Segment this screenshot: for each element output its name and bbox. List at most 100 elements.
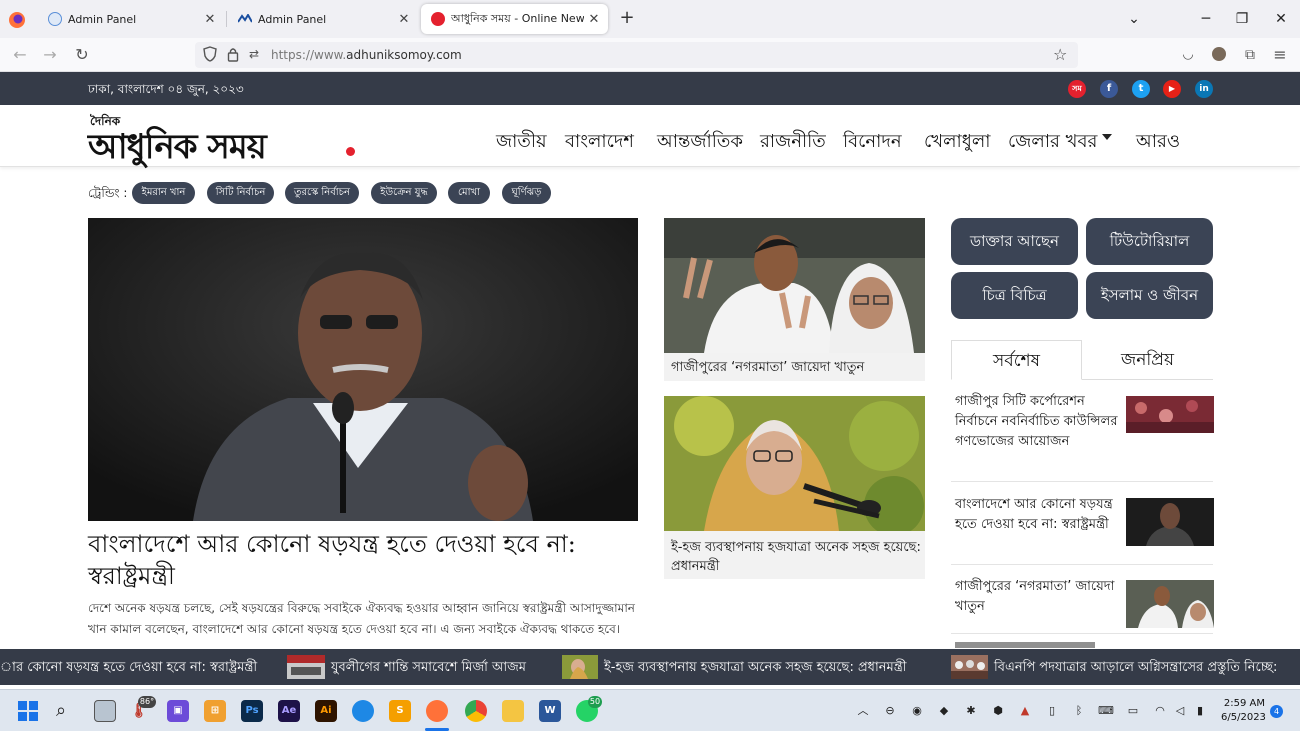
list-item[interactable]: গাজীপুর সিটি কর্পোরেশন নির্বাচনে নবনির্ব… — [951, 392, 1214, 482]
close-tab-icon[interactable]: ✕ — [394, 12, 414, 27]
trending-tag[interactable]: তুরস্কে নির্বাচন — [285, 182, 359, 204]
ticker-item[interactable]: যুবলীগের শান্তি সমাবেশে মির্জা আজম — [331, 658, 526, 679]
story-card[interactable]: গাজীপুরের ‘নগরমাতা’ জায়েদা খাতুন — [664, 218, 925, 381]
tray-app-icon[interactable]: ✱ — [963, 703, 979, 719]
search-icon[interactable]: ⌕ — [56, 700, 66, 721]
system-clock[interactable]: 2:59 AM 6/5/2023 — [1221, 697, 1266, 725]
linkedin-icon[interactable]: in — [1195, 80, 1213, 98]
story-card[interactable]: ই-হজ ব্যবস্থাপনায় হজযাত্রা অনেক সহজ হয়… — [664, 396, 925, 579]
chrome-icon[interactable] — [465, 700, 487, 722]
volume-icon[interactable]: ◁ — [1172, 703, 1188, 719]
story-caption[interactable]: গাজীপুরের ‘নগরমাতা’ জায়েদা খাতুন — [671, 358, 864, 377]
hamburger-menu-icon[interactable]: ≡ — [1270, 45, 1290, 65]
permissions-icon[interactable]: ⇄ — [249, 47, 259, 61]
chrome-tray-icon[interactable]: ◉ — [909, 703, 925, 719]
account-avatar[interactable] — [1212, 47, 1226, 61]
list-item-title[interactable]: গাজীপুর সিটি কর্পোরেশন নির্বাচনে নবনির্ব… — [955, 392, 1120, 452]
shield-icon[interactable] — [203, 46, 217, 66]
list-item-thumbnail[interactable] — [1126, 396, 1214, 433]
battery-icon[interactable]: ▮ — [1192, 703, 1208, 719]
usb-icon[interactable]: ▯ — [1044, 703, 1060, 719]
file-explorer-icon[interactable] — [502, 700, 524, 722]
keyboard-icon[interactable]: ⌨ — [1098, 703, 1114, 719]
chevron-up-icon[interactable]: ︿ — [855, 703, 871, 719]
firefox-icon[interactable] — [426, 700, 448, 722]
app-icon[interactable]: ⊞ — [204, 700, 226, 722]
tab-latest[interactable]: সর্বশেষ — [951, 340, 1082, 380]
sublime-icon[interactable]: S — [389, 700, 411, 722]
site-logo[interactable]: দৈনিক আধুনিক সময় — [88, 113, 363, 167]
ticker-item[interactable]: ই-হজ ব্যবস্থাপনায় হজযাত্রা অনেক সহজ হয়… — [604, 658, 906, 679]
minimize-icon[interactable]: ─ — [1196, 9, 1216, 29]
nav-item-district-news[interactable]: জেলার খবর — [1008, 127, 1097, 158]
pocket-icon[interactable]: ◡ — [1178, 45, 1198, 65]
back-icon[interactable]: ← — [10, 45, 30, 65]
trending-tag[interactable]: ইউক্রেন যুদ্ধ — [371, 182, 437, 204]
category-tutorial-button[interactable]: টিউটোরিয়াল — [1086, 218, 1213, 265]
facebook-icon[interactable]: f — [1100, 80, 1118, 98]
url-bar[interactable]: ⇄ https://www.adhuniksomoy.com ☆ — [195, 42, 1078, 68]
news-icon[interactable]: সম — [1068, 80, 1086, 98]
reload-icon[interactable]: ↻ — [72, 45, 92, 65]
nav-item-entertainment[interactable]: বিনোদন — [843, 127, 902, 158]
start-icon[interactable] — [18, 701, 38, 725]
new-tab-button[interactable]: + — [617, 8, 637, 28]
trending-tag[interactable]: ইমরান খান — [132, 182, 195, 204]
list-item[interactable]: গাজীপুরের ‘নগরমাতা’ জায়েদা খাতুন — [951, 572, 1214, 634]
close-tab-icon[interactable]: ✕ — [584, 12, 604, 27]
list-all-tabs-icon[interactable]: ⌄ — [1124, 9, 1144, 29]
youtube-icon[interactable]: ▶ — [1163, 80, 1181, 98]
lead-story-title[interactable]: বাংলাদেশে আর কোনো ষড়যন্ত্র হতে দেওয়া হ… — [88, 528, 638, 592]
tab-popular[interactable]: জনপ্রিয় — [1082, 340, 1213, 380]
pdf-tray-icon[interactable]: ▲ — [1017, 703, 1033, 719]
story-caption[interactable]: ই-হজ ব্যবস্থাপনায় হজযাত্রা অনেক সহজ হয়… — [671, 538, 925, 576]
story-image[interactable] — [664, 396, 925, 531]
maximize-icon[interactable]: ❐ — [1232, 9, 1252, 29]
nav-item-national[interactable]: জাতীয় — [496, 127, 547, 158]
tray-app-icon[interactable]: ⬢ — [990, 703, 1006, 719]
list-item-title[interactable]: গাজীপুরের ‘নগরমাতা’ জায়েদা খাতুন — [955, 577, 1120, 617]
chevron-down-icon[interactable] — [1102, 134, 1112, 140]
tray-app-icon[interactable]: ◆ — [936, 703, 952, 719]
category-islam-button[interactable]: ইসলাম ও জীবন — [1086, 272, 1213, 319]
close-tab-icon[interactable]: ✕ — [200, 12, 220, 27]
trending-tag[interactable]: সিটি নির্বাচন — [207, 182, 274, 204]
word-icon[interactable]: W — [539, 700, 561, 722]
notification-badge[interactable]: 4 — [1270, 705, 1283, 718]
story-image[interactable] — [664, 218, 925, 353]
nav-item-politics[interactable]: রাজনীতি — [760, 127, 826, 158]
twitter-icon[interactable]: t — [1132, 80, 1150, 98]
bluetooth-icon[interactable]: ᛒ — [1071, 703, 1087, 719]
display-icon[interactable]: ▭ — [1125, 703, 1141, 719]
nav-item-bangladesh[interactable]: বাংলাদেশ — [565, 127, 634, 158]
bookmark-star-icon[interactable]: ☆ — [1053, 45, 1067, 64]
ticker-item[interactable]: বিএনপি পদযাত্রার আড়ালে অগ্নিসন্ত্রাসের … — [994, 658, 1277, 679]
close-window-icon[interactable]: ✕ — [1271, 9, 1291, 29]
tray-app-icon[interactable]: ⊖ — [882, 703, 898, 719]
trending-tag[interactable]: ঘূর্ণিঝড় — [502, 182, 551, 204]
after-effects-icon[interactable]: Ae — [278, 700, 300, 722]
tab-admin-panel-2[interactable]: Admin Panel ✕ — [228, 4, 418, 34]
edge-icon[interactable] — [352, 700, 374, 722]
nav-item-more[interactable]: আরও — [1136, 127, 1180, 158]
list-item[interactable]: বাংলাদেশে আর কোনো ষড়যন্ত্র হতে দেওয়া হ… — [951, 490, 1214, 565]
list-item-thumbnail[interactable] — [1126, 580, 1214, 628]
lock-icon[interactable] — [227, 47, 239, 66]
wifi-icon[interactable]: ◠ — [1152, 703, 1168, 719]
tab-admin-panel-1[interactable]: Admin Panel ✕ — [38, 4, 224, 34]
firefox-menu-icon[interactable] — [6, 9, 28, 31]
tab-adhunik-somoy[interactable]: আধুনিক সময় - Online Newspaper ✕ — [421, 4, 608, 34]
ticker-item[interactable]: ার কোনো ষড়যন্ত্র হতে দেওয়া হবে না: স্ব… — [0, 658, 257, 679]
task-view-icon[interactable] — [94, 700, 116, 722]
category-curious-button[interactable]: চিত্র বিচিত্র — [951, 272, 1078, 319]
nav-item-international[interactable]: আন্তর্জাতিক — [657, 127, 743, 158]
lead-story-image[interactable] — [88, 218, 638, 521]
category-doctor-button[interactable]: ডাক্তার আছেন — [951, 218, 1078, 265]
list-item-thumbnail[interactable] — [1126, 498, 1214, 546]
forward-icon[interactable]: → — [40, 45, 60, 65]
list-item-title[interactable]: বাংলাদেশে আর কোনো ষড়যন্ত্র হতে দেওয়া হ… — [955, 495, 1120, 535]
trending-tag[interactable]: মোখা — [448, 182, 490, 204]
photoshop-icon[interactable]: Ps — [241, 700, 263, 722]
teams-icon[interactable]: ▣ — [167, 700, 189, 722]
illustrator-icon[interactable]: Ai — [315, 700, 337, 722]
